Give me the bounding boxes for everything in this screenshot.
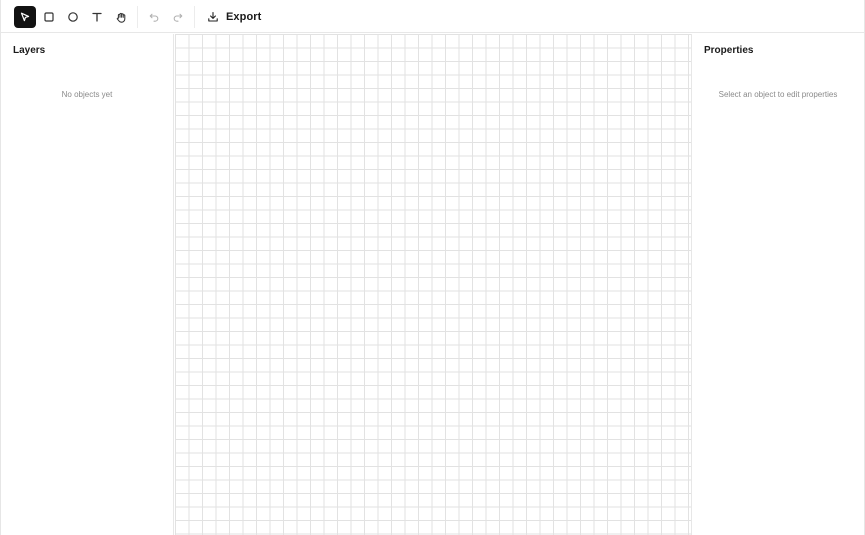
square-icon xyxy=(44,12,54,22)
hand-icon xyxy=(116,12,125,23)
editor-app: Export Layers No objects yet Properties … xyxy=(0,0,865,535)
properties-panel-title: Properties xyxy=(704,45,754,56)
toolbar-divider xyxy=(194,6,195,28)
rectangle-tool-button[interactable] xyxy=(38,6,60,28)
ellipse-tool-button[interactable] xyxy=(62,6,84,28)
download-icon xyxy=(208,11,218,22)
drawing-canvas[interactable] xyxy=(175,34,691,535)
undo-icon xyxy=(149,13,159,22)
export-label: Export xyxy=(226,11,262,23)
text-tool-button[interactable] xyxy=(86,6,108,28)
toolbar: Export xyxy=(1,0,864,33)
pan-tool-button[interactable] xyxy=(110,6,132,28)
properties-empty-message: Select an object to edit properties xyxy=(718,90,838,99)
select-tool-button[interactable] xyxy=(14,6,36,28)
layers-empty-message: No objects yet xyxy=(61,90,113,99)
redo-button[interactable] xyxy=(167,6,189,28)
toolbar-divider xyxy=(137,6,138,28)
undo-button[interactable] xyxy=(143,6,165,28)
text-icon xyxy=(92,12,102,22)
layers-panel: Layers No objects yet xyxy=(1,34,174,535)
circle-icon xyxy=(68,12,78,22)
properties-panel: Properties Select an object to edit prop… xyxy=(691,34,864,535)
layers-panel-title: Layers xyxy=(13,45,46,56)
pointer-icon xyxy=(20,12,30,22)
export-button[interactable]: Export xyxy=(201,5,267,29)
redo-icon xyxy=(173,13,183,22)
